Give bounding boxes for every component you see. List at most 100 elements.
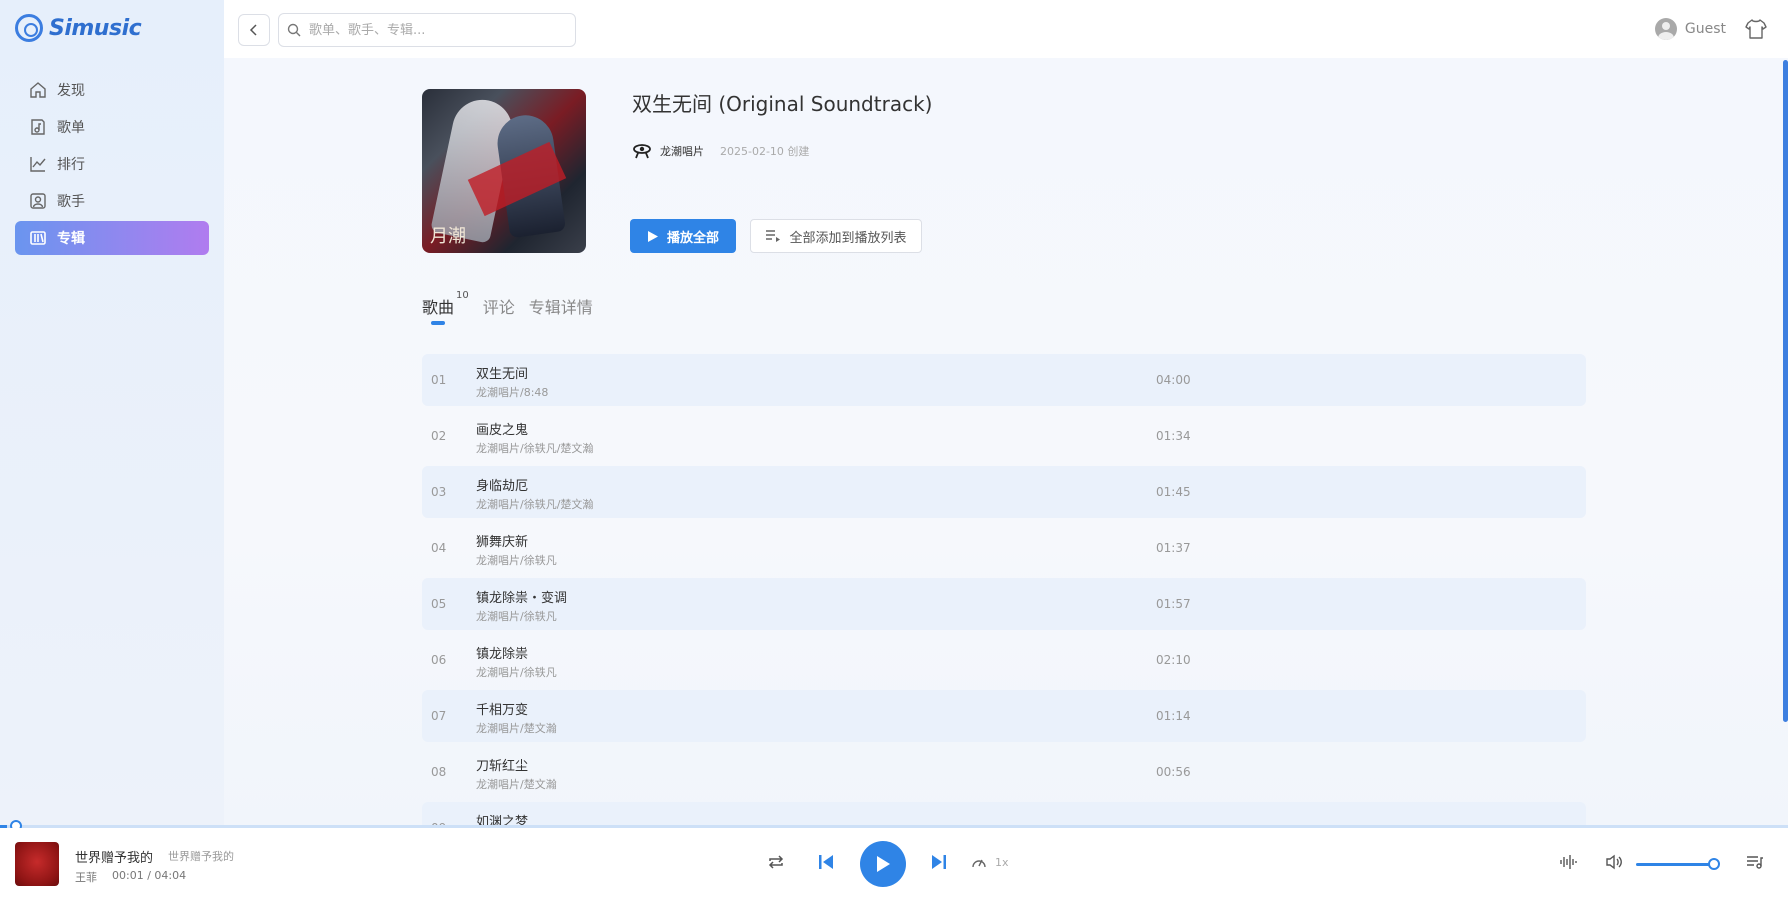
- sidebar-item-album[interactable]: 专辑: [15, 221, 209, 255]
- album-cover: 月潮: [422, 89, 586, 253]
- album-artist[interactable]: 龙潮唱片: [660, 143, 704, 159]
- sidebar-item-label: 发现: [57, 83, 85, 99]
- volume-slider[interactable]: [1636, 863, 1716, 866]
- song-index: 05: [431, 597, 447, 611]
- repeat-icon: [768, 855, 784, 869]
- song-duration: 01:37: [1156, 541, 1191, 555]
- tab-label: 评论: [482, 298, 515, 317]
- sidebar-item-label: 专辑: [57, 231, 85, 247]
- app-logo[interactable]: Simusic: [15, 14, 142, 42]
- artist-logo-icon: [633, 144, 651, 159]
- volume-knob[interactable]: [1708, 858, 1720, 870]
- song-artists: 龙潮唱片/徐轶凡/楚文瀚: [476, 442, 594, 455]
- add-all-to-queue-button[interactable]: 全部添加到播放列表: [750, 219, 922, 253]
- sidebar-item-label: 歌手: [57, 194, 85, 210]
- song-duration: 01:34: [1156, 429, 1191, 443]
- song-duration: 02:10: [1156, 653, 1191, 667]
- play-all-button[interactable]: 播放全部: [630, 219, 736, 253]
- theme-button[interactable]: [1744, 17, 1768, 41]
- speed-icon: [972, 859, 986, 868]
- chart-icon: [29, 155, 47, 173]
- now-playing-cover[interactable]: [15, 842, 59, 886]
- song-title: 千相万变: [476, 703, 529, 718]
- song-row[interactable]: 01 双生无间 龙潮唱片/8:48 04:00: [422, 354, 1586, 406]
- sidebar-item-ranking[interactable]: 排行: [15, 147, 209, 181]
- scrollbar[interactable]: [1783, 60, 1788, 722]
- tab-album-details[interactable]: 专辑详情: [529, 294, 593, 318]
- song-artists: 龙潮唱片/楚文瀚: [476, 722, 557, 735]
- album-tabs: 歌曲10 评论 专辑详情: [422, 290, 593, 325]
- sidebar-item-playlist[interactable]: 歌单: [15, 110, 209, 144]
- shirt-icon: [1745, 19, 1767, 39]
- album-icon: [29, 229, 47, 247]
- song-list: 01 双生无间 龙潮唱片/8:48 04:00 02 画皮之鬼 龙潮唱片/徐轶凡…: [422, 354, 1586, 826]
- avatar: [1654, 18, 1677, 40]
- song-row[interactable]: 03 身临劫厄 龙潮唱片/徐轶凡/楚文瀚 01:45: [422, 466, 1586, 518]
- sidebar: Simusic 发现 歌单 排行 歌手 专辑: [0, 0, 224, 826]
- queue-add-icon: [766, 230, 781, 242]
- tab-songs[interactable]: 歌曲10: [422, 290, 469, 325]
- playback-rate-label[interactable]: 1x: [995, 856, 1009, 869]
- chevron-left-icon: [249, 24, 257, 36]
- tab-active-indicator: [431, 321, 445, 325]
- mute-button[interactable]: [1604, 852, 1624, 872]
- song-artists: 龙潮唱片/徐轶凡: [476, 610, 557, 623]
- sidebar-item-discover[interactable]: 发现: [15, 73, 209, 107]
- song-row[interactable]: 09 如渊之梦: [422, 802, 1586, 826]
- song-duration: 01:14: [1156, 709, 1191, 723]
- song-row[interactable]: 02 画皮之鬼 龙潮唱片/徐轶凡/楚文瀚 01:34: [422, 410, 1586, 462]
- cover-calligraphy: 月潮: [430, 226, 466, 247]
- song-index: 03: [431, 485, 447, 499]
- user-menu[interactable]: Guest: [1654, 18, 1726, 40]
- play-all-label: 播放全部: [666, 230, 719, 246]
- song-row[interactable]: 08 刀斩红尘 龙潮唱片/楚文瀚 00:56: [422, 746, 1586, 798]
- skip-next-icon: [932, 855, 946, 869]
- album-artist-row: 龙潮唱片 2025-02-10 创建: [632, 142, 809, 160]
- back-button[interactable]: [238, 14, 270, 46]
- song-title: 双生无间: [476, 367, 529, 382]
- now-playing-title[interactable]: 世界赠予我的: [75, 847, 153, 866]
- album-created-date: 2025-02-10 创建: [720, 145, 810, 158]
- album-page: 月潮 双生无间 (Original Soundtrack) 龙潮唱片 2025-…: [224, 58, 1788, 826]
- song-artists: 龙潮唱片/楚文瀚: [476, 778, 557, 791]
- next-button[interactable]: [929, 852, 949, 872]
- waveform-icon: [1560, 855, 1577, 869]
- sound-effects-button[interactable]: [1558, 852, 1578, 872]
- song-artists: 龙潮唱片/8:48: [476, 386, 549, 399]
- song-title: 镇龙除祟: [476, 647, 529, 662]
- search-box[interactable]: [278, 13, 576, 47]
- playlist-queue-button[interactable]: [1745, 852, 1765, 872]
- song-row[interactable]: 07 千相万变 龙潮唱片/楚文瀚 01:14: [422, 690, 1586, 742]
- album-title: 双生无间 (Original Soundtrack): [632, 92, 933, 116]
- song-row[interactable]: 06 镇龙除祟 龙潮唱片/徐轶凡 02:10: [422, 634, 1586, 686]
- song-title: 镇龙除祟・变调: [476, 591, 568, 606]
- playback-rate-button[interactable]: [970, 853, 988, 871]
- tab-label: 歌曲: [422, 298, 455, 317]
- song-index: 07: [431, 709, 447, 723]
- song-artists: 龙潮唱片/徐轶凡/楚文瀚: [476, 498, 594, 511]
- sidebar-item-label: 排行: [57, 157, 85, 173]
- song-duration: 04:00: [1156, 373, 1191, 387]
- search-input[interactable]: [309, 22, 559, 38]
- previous-button[interactable]: [816, 852, 836, 872]
- play-icon: [647, 230, 658, 242]
- app-name: Simusic: [49, 15, 142, 41]
- volume-icon: [1606, 854, 1622, 870]
- tab-songs-count: 10: [456, 290, 469, 301]
- play-button[interactable]: [860, 841, 906, 887]
- now-playing-time: 00:01 / 04:04: [112, 869, 187, 882]
- song-index: 08: [431, 765, 447, 779]
- skip-previous-icon: [819, 855, 833, 869]
- tab-comments[interactable]: 评论: [483, 294, 515, 318]
- song-row[interactable]: 05 镇龙除祟・变调 龙潮唱片/徐轶凡 01:57: [422, 578, 1586, 630]
- song-row[interactable]: 04 狮舞庆新 龙潮唱片/徐轶凡 01:37: [422, 522, 1586, 574]
- repeat-button[interactable]: [766, 852, 786, 872]
- song-duration: 00:56: [1156, 765, 1191, 779]
- now-playing-artist[interactable]: 王菲: [75, 869, 97, 885]
- user-name: Guest: [1684, 21, 1726, 37]
- song-artists: 龙潮唱片/徐轶凡: [476, 666, 557, 679]
- song-title: 身临劫厄: [476, 479, 529, 494]
- song-title: 刀斩红尘: [476, 759, 529, 774]
- sidebar-nav: 发现 歌单 排行 歌手 专辑: [15, 73, 209, 258]
- sidebar-item-singer[interactable]: 歌手: [15, 184, 209, 218]
